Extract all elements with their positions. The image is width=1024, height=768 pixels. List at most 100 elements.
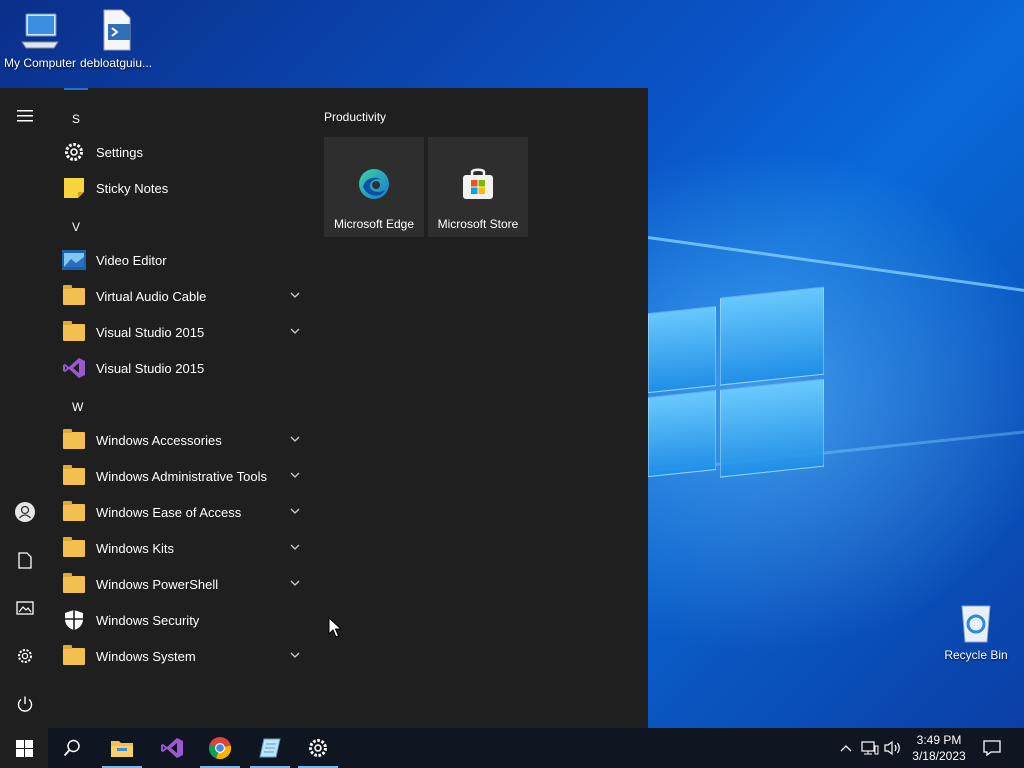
hamburger-menu-button[interactable] [0, 94, 50, 138]
app-item-video-editor[interactable]: Video Editor [62, 242, 310, 278]
video-editor-icon [62, 248, 86, 272]
taskbar-settings[interactable] [294, 728, 342, 768]
tile-microsoft-store[interactable]: Microsoft Store [428, 137, 528, 237]
app-item-label: Windows Security [96, 612, 200, 628]
user-avatar-icon [15, 502, 35, 522]
app-item-settings[interactable]: Settings [62, 134, 310, 170]
taskbar-clock[interactable]: 3:49 PM 3/18/2023 [900, 732, 978, 764]
app-item-label: Visual Studio 2015 [96, 324, 205, 340]
folder-icon [62, 284, 86, 308]
app-item-label: Video Editor [96, 252, 167, 268]
powershell-script-icon [94, 8, 138, 52]
taskbar-file-explorer[interactable] [98, 728, 146, 768]
taskbar-notepad[interactable] [246, 728, 294, 768]
chevron-down-icon[interactable] [290, 506, 300, 516]
app-item-label: Windows Administrative Tools [96, 468, 267, 484]
windows-logo-wallpaper [648, 281, 824, 489]
gear-icon [62, 140, 86, 164]
taskbar-chrome[interactable] [196, 728, 244, 768]
app-list[interactable]: S Settings Sticky Notes V Video Editor V… [50, 88, 310, 728]
folder-icon [62, 320, 86, 344]
settings-rail-button[interactable] [0, 634, 50, 678]
letter-header-v[interactable]: V [72, 220, 80, 234]
app-item-visual-studio[interactable]: Visual Studio 2015 [62, 350, 310, 386]
folder-icon [62, 500, 86, 524]
power-icon [17, 696, 33, 712]
show-hidden-icons-button[interactable] [836, 738, 856, 758]
chrome-icon [208, 737, 232, 760]
visual-studio-icon [161, 738, 183, 758]
documents-button[interactable] [0, 538, 50, 582]
tile-group-title[interactable]: Productivity [324, 110, 386, 124]
desktop-icon-my-computer[interactable]: My Computer [0, 8, 80, 70]
app-item-label: Windows PowerShell [96, 576, 219, 592]
shield-icon [62, 608, 86, 632]
windows-logo-icon [15, 739, 33, 757]
taskbar-visual-studio[interactable] [148, 728, 196, 768]
notepad-icon [259, 738, 281, 758]
app-item-label: Sticky Notes [96, 180, 169, 196]
app-item-label: Settings [96, 144, 143, 160]
sticky-notes-icon [62, 176, 86, 200]
visual-studio-icon [62, 356, 86, 380]
recycle-bin-icon [954, 600, 998, 644]
scrolled-item-partial [64, 88, 88, 90]
app-item-windows-ease-of-access[interactable]: Windows Ease of Access [62, 494, 310, 530]
app-item-label: Virtual Audio Cable [96, 288, 207, 304]
chevron-down-icon[interactable] [290, 650, 300, 660]
desktop-icon-label: Recycle Bin [944, 648, 1008, 662]
start-button[interactable] [0, 728, 48, 768]
taskbar: 3:49 PM 3/18/2023 [0, 728, 1024, 768]
chevron-down-icon[interactable] [290, 470, 300, 480]
folder-icon [62, 644, 86, 668]
network-icon [861, 741, 879, 755]
app-item-windows-security[interactable]: Windows Security [62, 602, 310, 638]
search-icon [63, 739, 80, 757]
folder-icon [62, 464, 86, 488]
app-item-visual-studio-folder[interactable]: Visual Studio 2015 [62, 314, 310, 350]
edge-icon [357, 167, 391, 201]
app-item-windows-kits[interactable]: Windows Kits [62, 530, 310, 566]
app-item-windows-system[interactable]: Windows System [62, 638, 310, 674]
app-item-label: Windows Kits [96, 540, 175, 556]
clock-time: 3:49 PM [916, 733, 962, 747]
user-account-button[interactable] [0, 490, 50, 534]
tile-microsoft-edge[interactable]: Microsoft Edge [324, 137, 424, 237]
store-icon [461, 167, 495, 201]
desktop-icon-label: debloatguiu... [79, 56, 153, 70]
search-button[interactable] [48, 728, 96, 768]
desktop-icon-recycle-bin[interactable]: Recycle Bin [936, 600, 1016, 662]
gear-icon [18, 649, 32, 663]
file-explorer-icon [111, 741, 133, 757]
tile-label: Microsoft Store [437, 217, 519, 231]
app-item-virtual-audio-cable[interactable]: Virtual Audio Cable [62, 278, 310, 314]
desktop-icon-label: My Computer [3, 56, 77, 70]
chevron-down-icon[interactable] [290, 542, 300, 552]
pictures-button[interactable] [0, 586, 50, 630]
app-item-windows-administrative-tools[interactable]: Windows Administrative Tools [62, 458, 310, 494]
power-button[interactable] [0, 682, 50, 726]
desktop-icon-debloatgui[interactable]: debloatguiu... [76, 8, 156, 70]
network-button[interactable] [860, 738, 880, 758]
letter-header-w[interactable]: W [72, 400, 83, 414]
chevron-down-icon[interactable] [290, 326, 300, 336]
app-item-windows-powershell[interactable]: Windows PowerShell [62, 566, 310, 602]
tile-label: Microsoft Edge [333, 217, 415, 231]
app-item-label: Windows Ease of Access [96, 504, 242, 520]
document-icon [18, 551, 32, 569]
chevron-up-icon [840, 745, 852, 752]
app-item-windows-accessories[interactable]: Windows Accessories [62, 422, 310, 458]
folder-icon [62, 572, 86, 596]
letter-header-s[interactable]: S [72, 112, 80, 126]
app-item-sticky-notes[interactable]: Sticky Notes [62, 170, 310, 206]
gear-icon [309, 739, 327, 757]
chevron-down-icon[interactable] [290, 578, 300, 588]
pictures-icon [16, 601, 34, 615]
action-center-button[interactable] [982, 738, 1002, 758]
chevron-down-icon[interactable] [290, 434, 300, 444]
app-item-label: Windows Accessories [96, 432, 222, 448]
chevron-down-icon[interactable] [290, 290, 300, 300]
clock-date: 3/18/2023 [912, 749, 966, 763]
start-menu: S Settings Sticky Notes V Video Editor V… [0, 88, 648, 728]
mouse-cursor-icon [328, 617, 342, 638]
